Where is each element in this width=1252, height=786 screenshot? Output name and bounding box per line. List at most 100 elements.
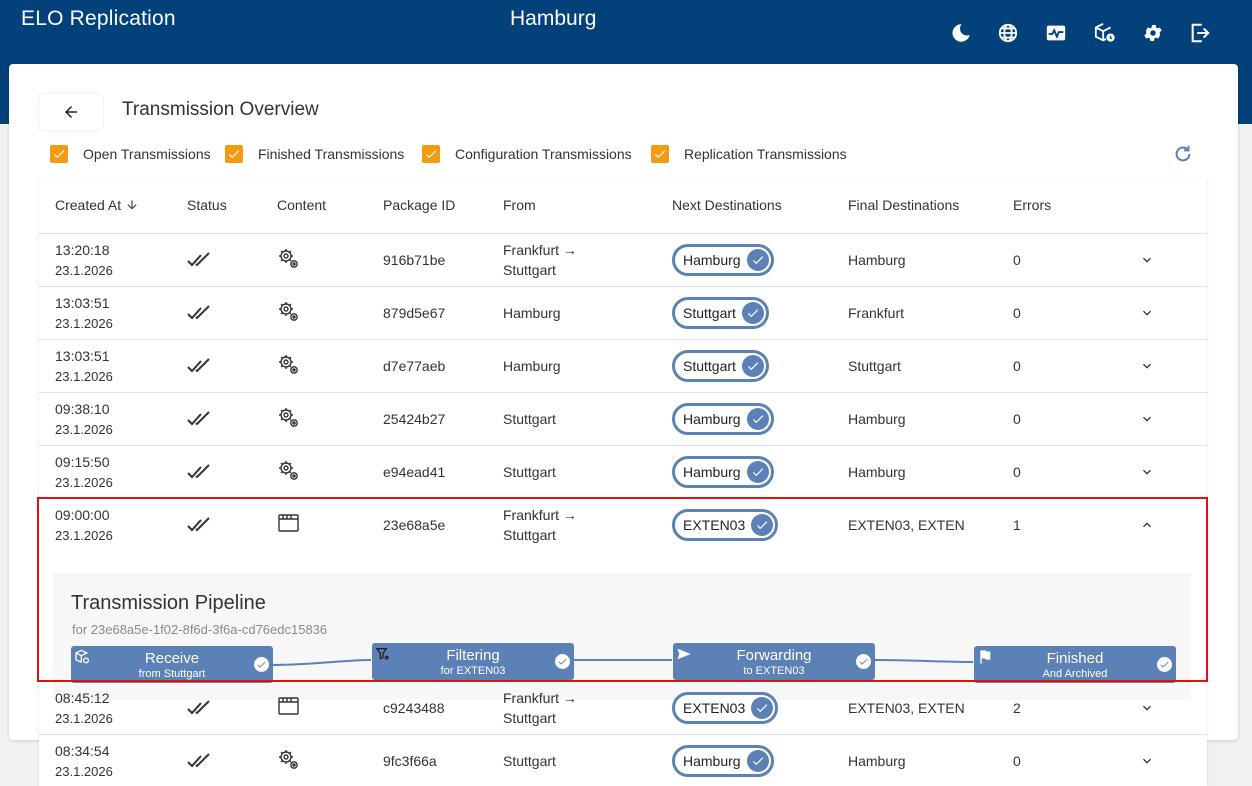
created-date: 23.1.2026 <box>55 764 113 779</box>
table-row-expanded[interactable]: 09:00:00 23.1.2026 23e68a5e Frankfurt → … <box>39 499 1207 700</box>
table-row[interactable]: 09:15:50 23.1.2026 e94ead41 Stuttgart Ha… <box>39 446 1207 499</box>
check-icon <box>746 249 769 271</box>
checkbox-checked[interactable] <box>225 145 243 163</box>
destination-label: Hamburg <box>683 464 741 480</box>
checkbox-checked[interactable] <box>651 145 669 163</box>
column-header-package-id: Package ID <box>383 197 456 213</box>
next-destination-chip[interactable]: EXTEN03 <box>672 509 779 541</box>
back-button[interactable] <box>39 94 103 130</box>
gear-icon[interactable] <box>1140 20 1166 46</box>
filter-replication-transmissions[interactable]: Replication Transmissions <box>651 144 847 164</box>
stage-finished[interactable]: Finished And Archived <box>974 646 1176 683</box>
created-date: 23.1.2026 <box>55 263 113 278</box>
created-date: 23.1.2026 <box>55 475 113 490</box>
chevron-down-icon[interactable] <box>1139 700 1155 716</box>
stage-name: Finished <box>1046 650 1104 667</box>
table-row[interactable]: 08:34:54 23.1.2026 9fc3f66a Stuttgart Ha… <box>39 735 1207 786</box>
from: Hamburg <box>503 305 561 321</box>
from: Stuttgart <box>503 753 556 769</box>
table-row[interactable]: 13:20:18 23.1.2026 916b71be Frankfurt → … <box>39 234 1207 287</box>
error-count: 1 <box>1013 517 1021 533</box>
package-history-icon[interactable] <box>1092 20 1118 46</box>
check-icon <box>751 514 774 536</box>
created-time: 08:34:54 <box>55 743 110 759</box>
next-destination-chip[interactable]: Stuttgart <box>672 350 769 382</box>
stage-filtering[interactable]: Filtering for EXTEN03 <box>372 643 574 680</box>
next-destination-chip[interactable]: Hamburg <box>672 403 774 435</box>
next-destination-chip[interactable]: Hamburg <box>672 456 774 488</box>
error-count: 0 <box>1013 305 1021 321</box>
stage-forwarding[interactable]: Forwarding to EXTEN03 <box>673 643 875 680</box>
chevron-down-icon[interactable] <box>1139 464 1155 480</box>
filter-configuration-transmissions[interactable]: Configuration Transmissions <box>422 144 632 164</box>
created-time: 09:15:50 <box>55 454 110 470</box>
moon-icon[interactable] <box>948 20 974 46</box>
chevron-down-icon[interactable] <box>1139 411 1155 427</box>
created-date: 23.1.2026 <box>55 528 113 543</box>
stage-name: Receive <box>144 650 200 667</box>
next-destination-chip[interactable]: Hamburg <box>672 244 774 276</box>
checkbox-checked[interactable] <box>50 145 68 163</box>
table-header: Created At Status Content Package ID Fro… <box>39 178 1207 234</box>
refresh-icon[interactable] <box>1172 143 1194 165</box>
final-destinations: Frankfurt <box>848 305 905 321</box>
destination-label: Hamburg <box>683 753 741 769</box>
globe-icon[interactable] <box>995 20 1021 46</box>
done-all-icon <box>187 411 210 426</box>
next-destination-chip[interactable]: EXTEN03 <box>672 692 779 724</box>
done-all-icon <box>187 517 210 532</box>
package-id: 916b71be <box>383 252 446 268</box>
filter-open-transmissions[interactable]: Open Transmissions <box>50 144 211 164</box>
chevron-down-icon[interactable] <box>1139 252 1155 268</box>
filter-label: Open Transmissions <box>83 146 211 162</box>
logout-icon[interactable] <box>1187 20 1213 46</box>
check-circle-icon <box>254 657 269 672</box>
error-count: 0 <box>1013 753 1021 769</box>
column-label: Created At <box>55 197 122 213</box>
stage-name: Filtering <box>446 647 500 664</box>
created-time: 09:00:00 <box>55 507 110 523</box>
chevron-up-icon[interactable] <box>1139 517 1155 533</box>
from-line-2: Stuttgart <box>503 710 556 726</box>
checkbox-checked[interactable] <box>422 145 440 163</box>
window-icon <box>278 697 299 715</box>
gears-icon <box>279 302 298 321</box>
gears-icon <box>279 750 298 769</box>
filter-finished-transmissions[interactable]: Finished Transmissions <box>225 144 404 164</box>
destination-label: Stuttgart <box>683 358 736 374</box>
stage-receive[interactable]: Receive from Stuttgart <box>71 646 273 683</box>
filter-label: Configuration Transmissions <box>455 146 632 162</box>
table-row[interactable]: 08:45:12 23.1.2026 c9243488 Frankfurt → … <box>39 682 1207 735</box>
table-row[interactable]: 13:03:51 23.1.2026 d7e77aeb Hamburg Stut… <box>39 340 1207 393</box>
column-header-from: From <box>503 197 536 213</box>
next-destination-chip[interactable]: Stuttgart <box>672 297 769 329</box>
from-line-1: Frankfurt → <box>503 690 577 706</box>
chevron-down-icon[interactable] <box>1139 753 1155 769</box>
chevron-down-icon[interactable] <box>1139 305 1155 321</box>
error-count: 0 <box>1013 411 1021 427</box>
package-id: 23e68a5e <box>383 517 446 533</box>
table-row[interactable]: 13:03:51 23.1.2026 879d5e67 Hamburg Stut… <box>39 287 1207 340</box>
column-header-created-at[interactable]: Created At <box>55 197 139 213</box>
column-header-errors: Errors <box>1013 197 1052 213</box>
chevron-down-icon[interactable] <box>1139 358 1155 374</box>
final-destinations: Hamburg <box>848 464 906 480</box>
filter-label: Replication Transmissions <box>684 146 847 162</box>
arrow-left-icon <box>65 106 77 118</box>
check-icon <box>746 408 769 430</box>
next-destination-chip[interactable]: Hamburg <box>672 745 774 777</box>
final-destinations: Hamburg <box>848 411 906 427</box>
done-all-icon <box>187 305 210 320</box>
from: Hamburg <box>503 358 561 374</box>
table-row[interactable]: 09:38:10 23.1.2026 25424b27 Stuttgart Ha… <box>39 393 1207 446</box>
done-all-icon <box>187 358 210 373</box>
check-icon <box>746 750 769 772</box>
done-all-icon <box>187 700 210 715</box>
created-time: 13:20:18 <box>55 242 110 258</box>
package-id: c9243488 <box>383 700 445 716</box>
monitoring-icon[interactable] <box>1043 20 1069 46</box>
stage-sub: to EXTEN03 <box>743 665 805 677</box>
check-circle-icon <box>1157 657 1172 672</box>
final-destinations: Hamburg <box>848 252 906 268</box>
created-date: 23.1.2026 <box>55 711 113 726</box>
